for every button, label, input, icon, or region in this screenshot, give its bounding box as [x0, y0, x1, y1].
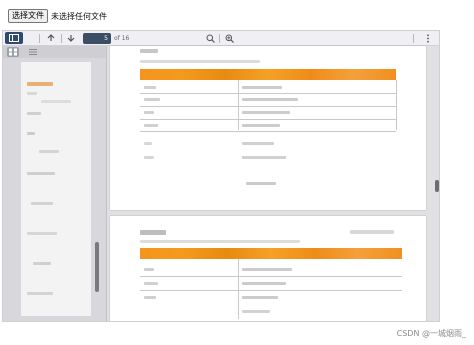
page-text [242, 282, 286, 285]
page-text [242, 111, 290, 114]
outline-view-tab[interactable] [27, 47, 39, 57]
table-divider [140, 131, 396, 132]
sidebar-scrollbar[interactable] [95, 242, 99, 292]
thumbnail-content [27, 172, 55, 175]
page-text [242, 156, 286, 159]
more-vertical-icon [427, 33, 429, 43]
pdf-page [110, 46, 426, 210]
previous-page-button[interactable] [45, 32, 57, 44]
page-text [144, 142, 152, 145]
viewer-toolbar: 5 of 16 [3, 31, 439, 46]
page-text [144, 156, 154, 159]
arrow-up-icon [47, 34, 55, 41]
page-text [140, 240, 300, 243]
page-count-label: of 16 [114, 35, 130, 42]
table-divider [238, 80, 239, 130]
file-input-row: 选择文件 未选择任何文件 [8, 9, 107, 23]
sidebar-toggle-icon [9, 34, 19, 42]
page-text [242, 86, 282, 89]
watermark: CSDN @一城烟雨_ [396, 329, 466, 338]
thumbnail-sidebar [3, 46, 107, 321]
thumbnail-content [27, 82, 53, 86]
page-footer [246, 182, 276, 185]
page-text [350, 230, 394, 234]
thumbnail-content [27, 232, 57, 235]
page-text [144, 282, 158, 285]
thumbnail-view-tab[interactable] [7, 47, 19, 57]
choose-file-button[interactable]: 选择文件 [8, 9, 48, 23]
thumbnail-content [31, 202, 53, 205]
pdf-page [110, 216, 426, 321]
page-text [144, 86, 156, 89]
page-text [242, 98, 298, 101]
table-divider [140, 93, 396, 94]
document-area [109, 46, 439, 321]
sidebar-toggle-button[interactable] [5, 32, 23, 44]
table-header-row [140, 69, 396, 80]
page-text [242, 142, 274, 145]
zoom-in-button[interactable] [223, 32, 235, 44]
zoom-out-button[interactable] [204, 32, 216, 44]
thumbnail-content [27, 132, 35, 135]
thumbnail-content [27, 112, 41, 115]
toolbar-separator [61, 34, 62, 43]
toolbar-separator [219, 34, 220, 43]
page-text [144, 124, 158, 127]
table-divider [140, 276, 402, 277]
thumbnails-icon [9, 48, 17, 56]
table-divider [140, 119, 396, 120]
table-divider [140, 106, 396, 107]
page-text [144, 98, 160, 101]
page-text [242, 310, 270, 313]
table-divider [140, 290, 402, 291]
zoom-out-icon [206, 34, 215, 43]
more-options-button[interactable] [423, 32, 433, 44]
toolbar-separator [39, 34, 40, 43]
thumbnail-content [27, 292, 53, 295]
next-page-button[interactable] [65, 32, 77, 44]
zoom-in-icon [225, 34, 234, 43]
thumbnail-content [27, 92, 37, 95]
page-thumbnail[interactable] [21, 62, 91, 316]
page-text [242, 296, 278, 299]
page-text [242, 124, 280, 127]
page-text [140, 230, 166, 235]
thumbnail-content [33, 262, 51, 265]
table-header-row [140, 248, 402, 259]
page-text [140, 49, 158, 53]
outline-icon [29, 49, 37, 55]
thumbnail-content [39, 150, 59, 153]
sidebar-tabs [3, 46, 106, 58]
page-number-input[interactable]: 5 [83, 33, 111, 44]
page-text [144, 111, 154, 114]
thumbnail-content [41, 100, 71, 103]
page-text [140, 60, 260, 63]
page-text [242, 268, 292, 271]
arrow-down-icon [67, 35, 75, 42]
toolbar-separator [413, 34, 414, 43]
pdf-viewer: 5 of 16 [2, 30, 440, 322]
file-status-text: 未选择任何文件 [51, 11, 107, 21]
page-text [144, 268, 154, 271]
table-divider [238, 259, 239, 319]
table-divider [396, 80, 397, 130]
page-text [144, 296, 156, 299]
document-scrollbar[interactable] [435, 180, 439, 192]
